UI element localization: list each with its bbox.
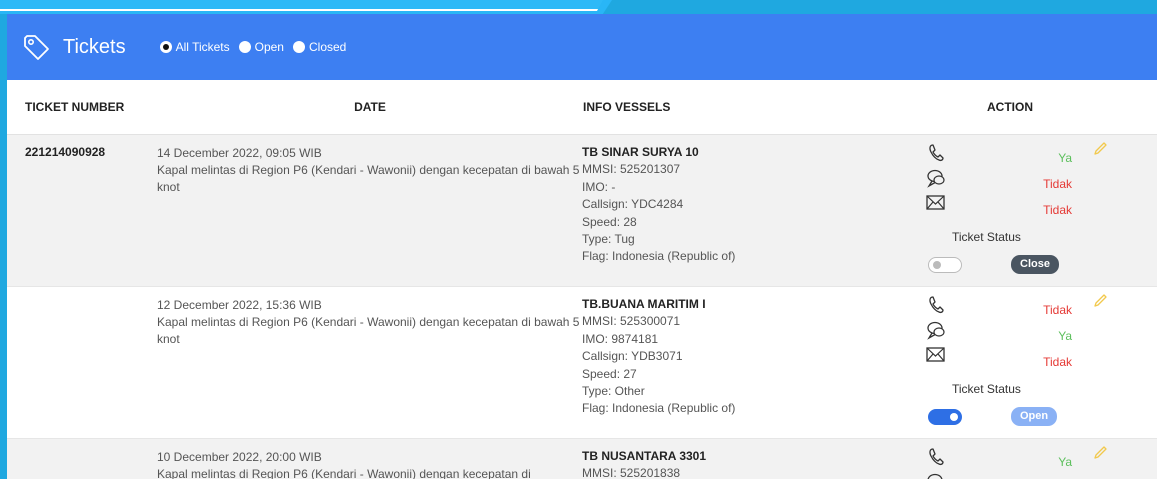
column-date: DATE [354,100,386,114]
mail-icon[interactable] [925,345,947,365]
ticket-number [7,287,150,438]
vessel-imo: IMO: - [582,179,616,194]
chat-answer: Ya [1012,475,1072,479]
contact-answers: Ya Ya [1012,449,1072,479]
ticket-status-toggle[interactable] [928,409,962,425]
ticket-description: Kapal melintas di Region P6 (Kendari - W… [157,315,580,346]
ticket-number [7,439,150,479]
filter-open[interactable]: Open [238,40,284,54]
filter-closed[interactable]: Closed [292,40,347,54]
vessel-name: TB.BUANA MARITIM I [582,297,706,311]
ticket-status-label: Ticket Status [952,230,1021,244]
ticket-status-toggle[interactable] [928,257,962,273]
contact-answers: Ya Tidak Tidak [1012,145,1072,223]
vessel-type: Type: Tug [582,232,635,247]
vessel-speed: Speed: 27 [582,366,637,381]
contact-answers: Tidak Ya Tidak [1012,297,1072,375]
ticket-description: Kapal melintas di Region P6 (Kendari - W… [157,163,580,194]
ticket-filters: All Tickets Open Closed [159,40,356,54]
phone-icon[interactable] [925,295,947,315]
toggle-knob [950,413,958,421]
close-button[interactable]: Close [1011,255,1059,274]
contact-icons [925,447,949,479]
call-answer: Ya [1058,151,1072,165]
vessel-flag: Flag: Indonesia (Republic of) [582,401,736,416]
pencil-icon[interactable] [1092,445,1108,461]
vessel-info-cell: TB SINAR SURYA 10 MMSI: 525201307 IMO: -… [582,135,912,286]
chat-answer: Tidak [1043,177,1072,191]
vessel-name: TB NUSANTARA 3301 [582,449,707,463]
contact-icons [925,143,949,218]
call-answer: Ya [1058,455,1072,469]
ticket-date: 10 December 2022, 20:00 WIB [157,450,322,464]
tickets-header: Tickets All Tickets Open Closed [7,14,1157,80]
filter-all-tickets[interactable]: All Tickets [159,40,230,54]
column-info-vessels: INFO VESSELS [583,100,671,114]
vessel-mmsi: MMSI: 525300071 [582,314,681,329]
ticket-number: 221214090928 [25,145,106,159]
top-strip [0,0,1157,14]
call-answer: Tidak [1043,303,1072,317]
vessel-flag: Flag: Indonesia (Republic of) [582,249,736,264]
mail-answer: Tidak [1043,355,1072,369]
chat-answer: Ya [1058,329,1072,343]
ticket-status-label: Ticket Status [952,382,1021,396]
action-cell: Tidak Ya Tidak Ticket Status Open [912,287,1142,438]
mail-icon[interactable] [925,193,947,213]
ticket-date-cell: 14 December 2022, 09:05 WIB Kapal melint… [150,135,582,286]
table-row: 12 December 2022, 15:36 WIB Kapal melint… [7,287,1157,439]
vessel-callsign: Callsign: YDC4284 [582,197,684,212]
chat-icon[interactable] [925,320,947,340]
filter-all-tickets-label: All Tickets [175,40,230,54]
vessel-info-cell: TB NUSANTARA 3301 MMSI: 525201838 [582,439,912,479]
ticket-date: 14 December 2022, 09:05 WIB [157,146,322,160]
tag-icon [21,32,51,62]
ticket-date-cell: 10 December 2022, 20:00 WIB Kapal melint… [150,439,582,479]
column-action: ACTION [987,100,1033,114]
ticket-date: 12 December 2022, 15:36 WIB [157,298,322,312]
top-tab-inner [0,0,603,11]
radio-open[interactable] [238,41,251,53]
vessel-callsign: Callsign: YDB3071 [582,349,683,364]
chat-icon[interactable] [925,472,947,479]
pencil-icon[interactable] [1092,293,1108,309]
ticket-description: Kapal melintas di Region P6 (Kendari - W… [157,467,531,479]
vessel-mmsi: MMSI: 525201838 [582,466,681,479]
vessel-type: Type: Other [582,384,645,399]
ticket-date-cell: 12 December 2022, 15:36 WIB Kapal melint… [150,287,582,438]
action-cell: Ya Ya [912,439,1142,479]
table-row: 10 December 2022, 20:00 WIB Kapal melint… [7,439,1157,479]
filter-closed-label: Closed [308,40,347,54]
vessel-name: TB SINAR SURYA 10 [582,145,699,159]
action-cell: Ya Tidak Tidak Ticket Status Close [912,135,1142,286]
filter-open-label: Open [254,40,284,54]
pencil-icon[interactable] [1092,141,1108,157]
table-header: TICKET NUMBER DATE INFO VESSELS ACTION [7,80,1157,135]
tickets-card: Tickets All Tickets Open Closed TICKET N… [7,14,1157,479]
phone-icon[interactable] [925,143,947,163]
radio-closed[interactable] [292,41,305,53]
column-ticket-number: TICKET NUMBER [25,100,125,114]
page-title: Tickets [63,35,126,58]
radio-all-tickets[interactable] [159,41,172,53]
vessel-mmsi: MMSI: 525201307 [582,162,681,177]
toggle-knob [933,261,941,269]
vessel-imo: IMO: 9874181 [582,331,659,346]
vessel-info-cell: TB.BUANA MARITIM I MMSI: 525300071 IMO: … [582,287,912,438]
vessel-speed: Speed: 28 [582,214,637,229]
phone-icon[interactable] [925,447,947,467]
contact-icons [925,295,949,370]
mail-answer: Tidak [1043,203,1072,217]
chat-icon[interactable] [925,168,947,188]
table-row: 221214090928 14 December 2022, 09:05 WIB… [7,135,1157,287]
open-button[interactable]: Open [1011,407,1058,426]
